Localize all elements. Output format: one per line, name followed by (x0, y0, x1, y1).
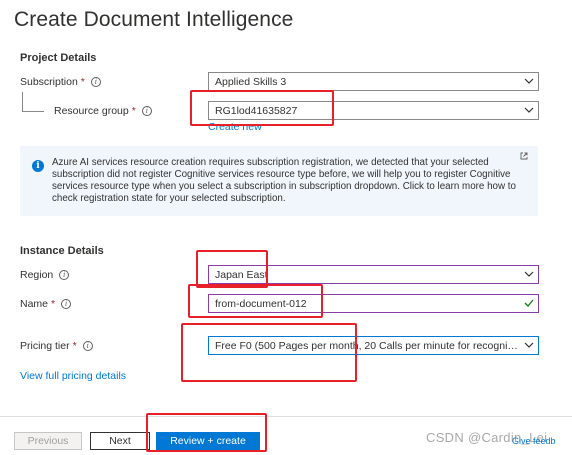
pricing-tier-select[interactable]: Free F0 (500 Pages per month, 20 Calls p… (208, 336, 539, 355)
region-label: Region i (20, 269, 70, 281)
name-label-text: Name (20, 298, 49, 310)
name-value: from-document-012 (215, 297, 307, 310)
chevron-down-icon (520, 76, 538, 87)
region-select[interactable]: Japan East (208, 265, 539, 284)
tree-connector (22, 92, 23, 111)
subscription-label: Subscription * i (20, 76, 101, 88)
review-create-button[interactable]: Review + create (156, 432, 260, 450)
info-icon[interactable]: i (59, 270, 70, 280)
footer-divider (0, 416, 572, 417)
name-label: Name * i (20, 298, 72, 310)
give-feedback-link[interactable]: Give feedb (512, 436, 556, 446)
required-asterisk: * (51, 298, 56, 310)
chevron-down-icon (520, 269, 538, 280)
instance-details-heading: Instance Details (20, 245, 104, 257)
previous-button[interactable]: Previous (14, 432, 82, 450)
next-button[interactable]: Next (90, 432, 150, 450)
required-asterisk: * (72, 340, 77, 352)
view-pricing-link[interactable]: View full pricing details (20, 370, 126, 382)
info-icon[interactable]: i (61, 299, 72, 309)
tree-connector (22, 111, 44, 112)
banner-text[interactable]: Azure AI services resource creation requ… (52, 157, 530, 205)
page-title: Create Document Intelligence (14, 8, 294, 31)
create-new-link[interactable]: Create new (208, 121, 262, 133)
subscription-select[interactable]: Applied Skills 3 (208, 72, 539, 91)
pricing-tier-value: Free F0 (500 Pages per month, 20 Calls p… (215, 339, 520, 352)
resource-group-label-text: Resource group (54, 105, 129, 117)
subscription-label-text: Subscription (20, 76, 78, 88)
resource-group-select[interactable]: RG1lod41635827 (208, 101, 539, 120)
required-asterisk: * (80, 76, 85, 88)
pricing-tier-label-text: Pricing tier (20, 340, 70, 352)
external-link-icon[interactable] (520, 152, 528, 162)
required-asterisk: * (131, 105, 136, 117)
name-input[interactable]: from-document-012 (208, 294, 539, 313)
region-value: Japan East (215, 268, 268, 281)
ellipsis-icon[interactable]: ··· (276, 11, 291, 25)
resource-group-label: Resource group * i (54, 105, 152, 117)
info-icon: i (32, 160, 44, 172)
subscription-value: Applied Skills 3 (215, 75, 287, 88)
region-label-text: Region (20, 269, 54, 281)
chevron-down-icon (520, 105, 538, 116)
pricing-tier-label: Pricing tier * i (20, 340, 93, 352)
checkmark-icon (520, 298, 538, 310)
chevron-down-icon (520, 340, 538, 351)
registration-info-banner: i Azure AI services resource creation re… (20, 146, 538, 216)
info-icon[interactable]: i (141, 106, 152, 116)
info-icon[interactable]: i (90, 77, 101, 87)
project-details-heading: Project Details (20, 52, 97, 64)
resource-group-value: RG1lod41635827 (215, 104, 298, 117)
info-icon[interactable]: i (82, 341, 93, 351)
